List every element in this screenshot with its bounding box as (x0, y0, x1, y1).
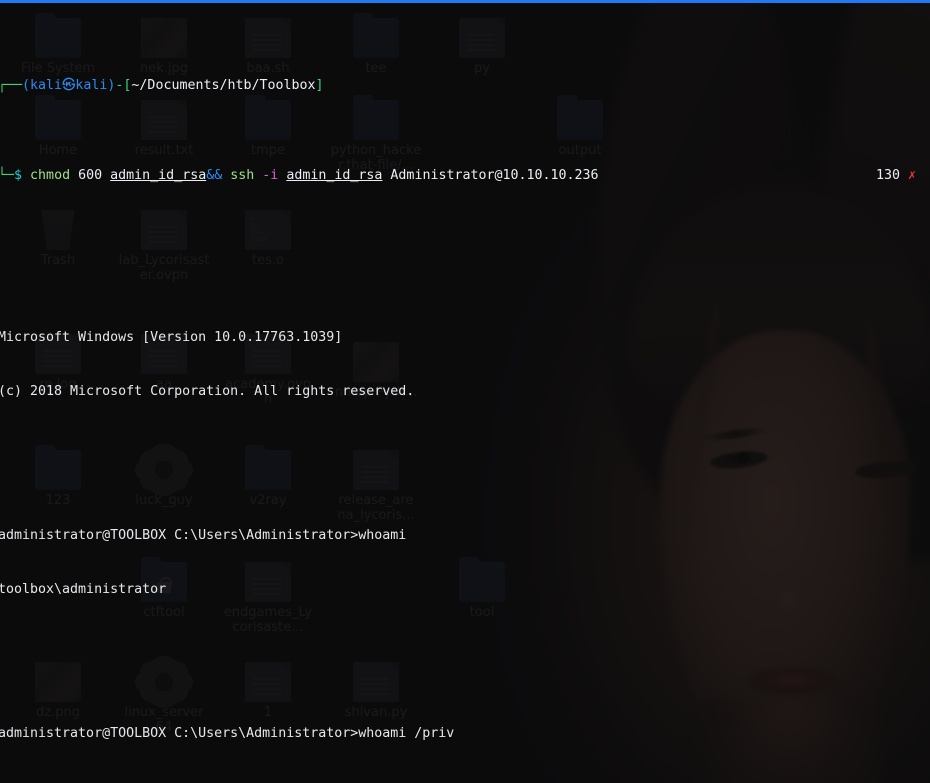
prompt-bracket-close: ] (315, 78, 324, 93)
cmd-line-whoami-priv: administrator@TOOLBOX C:\Users\Administr… (0, 725, 930, 743)
prompt-box-elbow: └─ (0, 168, 15, 183)
shell-prompt-line-1: ┌──(kali㉿kali)-[~/Documents/htb/Toolbox] (0, 77, 930, 95)
whoami-result: toolbox\administrator (0, 582, 167, 597)
exit-code: 130 (875, 168, 900, 183)
chmod-keyfile-arg: admin_id_rsa (110, 168, 207, 183)
typed-command-whoami: whoami (358, 528, 407, 543)
ssh-keyfile-arg: admin_id_rsa (286, 168, 383, 183)
command-ssh: ssh (230, 168, 255, 183)
shell-operator-and: && (206, 168, 223, 183)
ssh-flag-identity: -i (262, 168, 279, 183)
typed-command-whoami-priv: whoami /priv (358, 726, 455, 741)
windows-copyright-banner: (c) 2018 Microsoft Corporation. All righ… (0, 384, 415, 399)
shell-prompt-line-2: └─$ chmod 600 admin_id_rsa&& ssh -i admi… (0, 167, 930, 185)
kali-logo-icon: ㉿ (62, 78, 76, 93)
prompt-path: ~/Documents/htb/Toolbox (131, 78, 316, 93)
prompt-box-corner: ┌── (0, 78, 23, 93)
terminal-window[interactable]: ┌──(kali㉿kali)-[~/Documents/htb/Toolbox]… (0, 0, 930, 783)
error-cross-icon: ✗ (907, 168, 916, 183)
windows-cmd-prompt: administrator@TOOLBOX C:\Users\Administr… (0, 528, 359, 543)
windows-cmd-prompt: administrator@TOOLBOX C:\Users\Administr… (0, 726, 359, 741)
cmd-line-whoami: administrator@TOOLBOX C:\Users\Administr… (0, 527, 930, 545)
exit-status-indicator: 130 ✗ (876, 167, 916, 185)
terminal-output-area[interactable]: ┌──(kali㉿kali)-[~/Documents/htb/Toolbox]… (0, 3, 930, 783)
prompt-user: (kali (22, 78, 63, 93)
windows-version-banner: Microsoft Windows [Version 10.0.17763.10… (0, 330, 343, 345)
ssh-target-host: Administrator@10.10.10.236 (390, 168, 599, 183)
prompt-dollar-sign: $ (14, 168, 23, 183)
command-chmod: chmod (30, 168, 71, 183)
prompt-host: kali) (75, 78, 116, 93)
chmod-mode-arg: 600 (78, 168, 103, 183)
